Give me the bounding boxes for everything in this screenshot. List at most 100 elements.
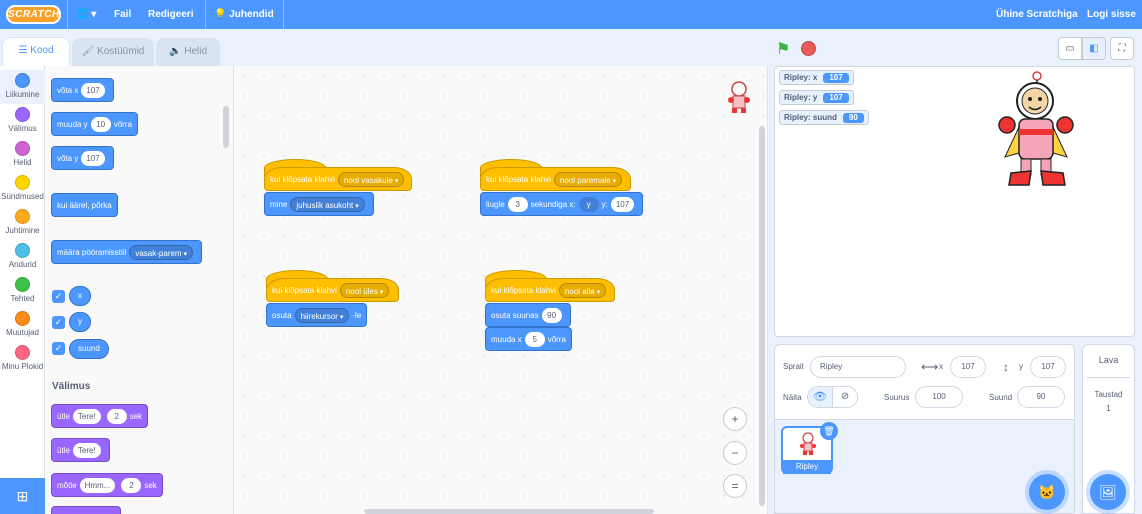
- block-label: mõtle: [57, 480, 77, 490]
- fullscreen-button[interactable]: ⛶: [1110, 37, 1134, 60]
- block-when-key-down[interactable]: kui klõpsata klahvi nool alla: [485, 278, 615, 302]
- block-input[interactable]: 107: [81, 82, 105, 98]
- block-say[interactable]: ütle Tere!: [51, 438, 110, 462]
- hide-button[interactable]: ⊘: [832, 386, 858, 408]
- tutorials-button[interactable]: 💡 Juhendid: [214, 0, 274, 29]
- key-dropdown[interactable]: nool vasakule: [337, 171, 405, 187]
- block-input[interactable]: 3: [507, 196, 528, 212]
- edit-menu[interactable]: Redigeeri: [148, 0, 194, 29]
- block-input[interactable]: 2: [106, 408, 127, 424]
- tab-costumes[interactable]: 🖌 Kostüümid: [72, 38, 154, 66]
- reporter-direction[interactable]: suund: [69, 339, 109, 359]
- block-when-key-right[interactable]: kui klõpsata klahvi nool paremale: [480, 167, 631, 191]
- checkbox-direction[interactable]: ✓: [52, 342, 65, 355]
- reporter-y[interactable]: y: [69, 312, 91, 332]
- block-glide[interactable]: liugle 3 sekundiga x: y y: 107: [480, 192, 644, 216]
- reporter-x[interactable]: x: [69, 286, 91, 306]
- delete-sprite-button[interactable]: 🗑: [820, 422, 838, 440]
- x-field[interactable]: 107: [950, 356, 986, 378]
- block-input[interactable]: 10: [90, 116, 111, 132]
- sprite-name-field[interactable]: Ripley: [810, 356, 906, 378]
- stop-icon[interactable]: [801, 41, 816, 56]
- key-dropdown[interactable]: nool paremale: [553, 171, 623, 187]
- palette-scrollbar[interactable]: [223, 106, 229, 148]
- key-dropdown[interactable]: nool üles: [339, 282, 390, 298]
- add-extension-button[interactable]: ⊞: [0, 478, 45, 514]
- block-label: kui klõpsata klahvi: [272, 285, 337, 295]
- show-button[interactable]: 👁: [807, 386, 833, 408]
- block-rotation-style[interactable]: määra pööramisstiil vasak-parem: [51, 240, 203, 264]
- checkbox-y[interactable]: ✓: [52, 316, 65, 329]
- ripley-sprite[interactable]: [987, 67, 1087, 191]
- zoom-in-button[interactable]: +: [723, 407, 747, 431]
- block-input[interactable]: 107: [610, 196, 635, 212]
- block-input[interactable]: Hmm...: [79, 477, 116, 493]
- block-point-direction[interactable]: osuta suunas 90: [485, 303, 571, 327]
- block-input[interactable]: 2: [121, 477, 142, 493]
- category-helid[interactable]: Helid: [0, 138, 45, 172]
- category-välimus[interactable]: Välimus: [0, 104, 45, 138]
- block-when-key-up[interactable]: kui klõpsata klahvi nool üles: [266, 278, 399, 302]
- block-input[interactable]: 5: [524, 331, 545, 347]
- checkbox-x[interactable]: ✓: [52, 290, 65, 303]
- point-dropdown[interactable]: hiirekursor: [294, 307, 350, 323]
- direction-field[interactable]: 90: [1017, 386, 1065, 408]
- scratch-logo[interactable]: SCRATCH: [6, 5, 61, 24]
- key-dropdown[interactable]: nool alla: [558, 282, 607, 298]
- zoom-out-icon: −: [731, 446, 739, 460]
- category-label: Muutujad: [6, 328, 39, 337]
- category-minu-plokid[interactable]: Minu Plokid: [0, 342, 45, 376]
- tab-code[interactable]: ☰ Kood: [2, 37, 70, 67]
- block-set-x[interactable]: võta x 107: [51, 78, 114, 102]
- category-label: Liikumine: [5, 90, 40, 99]
- category-muutujad[interactable]: Muutujad: [0, 308, 45, 342]
- block-say-for-secs[interactable]: ütle Tere! 2 sek: [51, 404, 149, 428]
- block-input[interactable]: Tere!: [72, 442, 101, 458]
- reporter-y[interactable]: y: [578, 196, 599, 212]
- image-add-icon: 🖼: [1099, 484, 1117, 500]
- block-input[interactable]: 107: [81, 150, 105, 166]
- block-change-x[interactable]: muuda x 5 võrra: [485, 327, 572, 351]
- file-menu[interactable]: Fail: [114, 0, 131, 29]
- workspace-vscrollbar[interactable]: [759, 126, 765, 506]
- block-dropdown[interactable]: vasak-parem: [129, 244, 194, 260]
- block-input[interactable]: Tere!: [72, 408, 101, 424]
- block-bounce[interactable]: kui äärel, põrka: [51, 193, 118, 217]
- join-link[interactable]: Ühine Scratchiga: [996, 0, 1078, 29]
- category-andurid[interactable]: Andurid: [0, 240, 45, 274]
- block-set-y[interactable]: võta y 107: [51, 146, 114, 170]
- small-stage-button[interactable]: ▭: [1058, 37, 1082, 60]
- monitor-label: Ripley: y: [784, 93, 818, 102]
- block-goto[interactable]: mine juhuslik asukoht: [264, 192, 374, 216]
- category-label: Helid: [13, 158, 32, 167]
- y-field[interactable]: 107: [1030, 356, 1066, 378]
- zoom-reset-button[interactable]: =: [723, 474, 747, 498]
- category-label: Minu Plokid: [1, 362, 44, 371]
- size-field[interactable]: 100: [915, 386, 963, 408]
- add-backdrop-button[interactable]: 🖼: [1090, 474, 1126, 510]
- normal-stage-button[interactable]: ◧: [1082, 37, 1106, 60]
- signin-link[interactable]: Logi sisse: [1087, 0, 1136, 29]
- block-when-key-left[interactable]: kui klõpsata klahvi nool vasakule: [264, 167, 412, 191]
- zoom-out-button[interactable]: −: [723, 441, 747, 465]
- block-change-y[interactable]: muuda y 10 võrra: [51, 112, 138, 136]
- category-juhtimine[interactable]: Juhtimine: [0, 206, 45, 240]
- green-flag-icon[interactable]: ⚑: [776, 39, 790, 59]
- block-label: -le: [352, 310, 362, 320]
- language-button[interactable]: 🌐 ▾: [76, 0, 96, 29]
- block-input[interactable]: 90: [541, 307, 562, 323]
- stage[interactable]: Ripley: x 107 Ripley: y 107 Ripley: suund 9…: [774, 66, 1135, 337]
- code-icon: ☰: [18, 45, 28, 56]
- block-think-for-secs[interactable]: mõtle Hmm... 2 sek: [51, 473, 163, 497]
- block-point-towards[interactable]: osutahiirekursor-le: [266, 303, 368, 327]
- workspace-hscrollbar[interactable]: [364, 509, 654, 514]
- add-sprite-button[interactable]: 🐱: [1029, 474, 1065, 510]
- tab-sounds[interactable]: 🔈 Helid: [156, 38, 220, 66]
- category-sündmused[interactable]: Sündmused: [0, 172, 45, 206]
- sprite-thumb: [800, 432, 816, 455]
- category-tehted[interactable]: Tehted: [0, 274, 45, 308]
- goto-dropdown[interactable]: juhuslik asukoht: [290, 196, 365, 212]
- category-liikumine[interactable]: Liikumine: [0, 70, 45, 104]
- block-think[interactable]: [51, 506, 121, 514]
- code-workspace[interactable]: kui klõpsata klahvinool vasakule minejuh…: [234, 66, 768, 514]
